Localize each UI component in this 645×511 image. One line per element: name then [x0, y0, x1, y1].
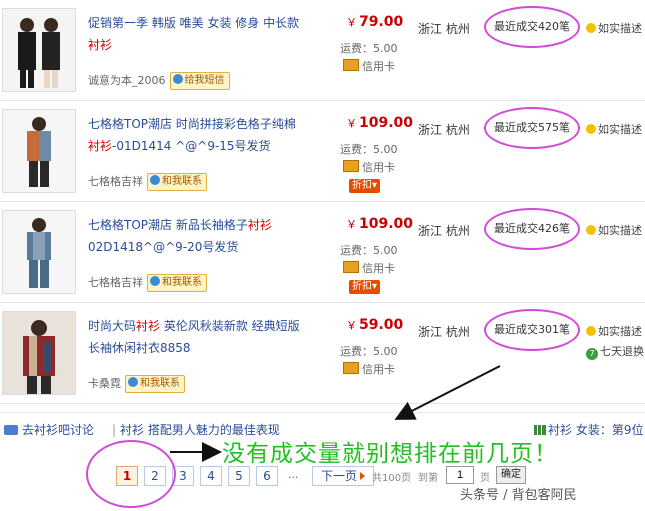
listing-row-4: 时尚大码衬衫 英伦风秋装新款 经典短版长袖休闲衬衣8858 卡桑霓 和我联系 ￥ 5…: [0, 303, 645, 404]
credit-card-icon: [343, 160, 359, 172]
product-thumbnail[interactable]: [2, 210, 76, 294]
next-page-button[interactable]: 下一页: [312, 466, 375, 486]
seven-day-icon: 7: [586, 348, 598, 360]
listing-row-2: 七格格TOP潮店 时尚拼接彩色格子纯棉衬衫-01D1414 ^@^9-15号发货…: [0, 101, 645, 202]
credit-card-icon: [343, 261, 359, 273]
bulb-icon: [586, 23, 596, 33]
product-photo: [3, 211, 75, 293]
seller-location: 浙江 杭州: [418, 123, 470, 137]
page-unit-label: 页: [480, 473, 490, 484]
discount-button[interactable]: 折扣▾: [349, 179, 381, 193]
seller-location: 浙江 杭州: [418, 224, 470, 238]
seller-name-link[interactable]: 诚意为本_2006 给我短信: [88, 72, 230, 90]
recent-sales-count: 最近成交426笔: [484, 208, 580, 250]
credit-card-badge: 信用卡: [343, 260, 395, 276]
product-title-link[interactable]: 时尚大码衬衫 英伦风秋装新款 经典短版长袖休闲衬衣8858: [88, 315, 306, 359]
credit-card-icon: [343, 59, 359, 71]
credit-card-badge: 信用卡: [343, 159, 395, 175]
product-price: ￥ 109.00: [346, 216, 414, 232]
product-price: ￥ 59.00: [346, 317, 404, 333]
product-photo: [3, 9, 75, 91]
product-thumbnail[interactable]: [2, 8, 76, 92]
product-photo: [3, 110, 75, 192]
goto-page-input[interactable]: [446, 466, 474, 484]
seller-name-link[interactable]: 七格格吉祥 和我联系: [88, 173, 207, 191]
goto-label: 到第: [418, 473, 438, 484]
as-described-badge: 如实描述: [586, 222, 642, 238]
shipping-fee: 运费：5.00: [340, 143, 398, 156]
seller-name-link[interactable]: 七格格吉祥 和我联系: [88, 274, 207, 292]
page-button[interactable]: 5: [228, 466, 250, 486]
shipping-fee: 运费：5.00: [340, 244, 398, 257]
chat-icon: [128, 377, 138, 387]
contact-seller-button[interactable]: 和我联系: [147, 173, 207, 191]
as-described-badge: 如实描述: [586, 323, 642, 339]
product-title-link[interactable]: 七格格TOP潮店 时尚拼接彩色格子纯棉衬衫-01D1414 ^@^9-15号发货: [88, 113, 306, 157]
listing-row-3: 七格格TOP潮店 新品长袖格子衬衫 02D1418^@^9-20号发货 七格格吉…: [0, 202, 645, 303]
recent-sales-count: 最近成交575笔: [484, 107, 580, 149]
watermark: 头条号 / 背包客阿民: [460, 488, 577, 503]
recent-sales-count: 最近成交301笔: [484, 309, 580, 351]
goto-confirm-button[interactable]: 确定: [496, 466, 526, 484]
credit-card-badge: 信用卡: [343, 361, 395, 377]
product-thumbnail[interactable]: [2, 311, 76, 395]
as-described-badge: 如实描述: [586, 121, 642, 137]
product-title-link[interactable]: 七格格TOP潮店 新品长袖格子衬衫 02D1418^@^9-20号发货: [88, 214, 306, 258]
page-button[interactable]: 4: [200, 466, 222, 486]
seller-location: 浙江 杭州: [418, 325, 470, 339]
shipping-fee: 运费：5.00: [340, 42, 398, 55]
message-icon: [172, 74, 183, 84]
chat-bubble-icon: [4, 425, 18, 435]
seller-location: 浙江 杭州: [418, 22, 470, 36]
contact-seller-button[interactable]: 和我联系: [147, 274, 207, 292]
annotation-caption: 没有成交量就别想排在前几页！: [222, 441, 558, 467]
seven-day-return-badge: 7 七天退换: [586, 343, 644, 360]
discount-button[interactable]: 折扣▾: [349, 280, 381, 294]
chat-icon: [150, 276, 160, 286]
total-pages: 共100页: [372, 473, 412, 484]
listing-row-1: 促销第一季 韩版 唯美 女装 修身 中长款衬衫 诚意为本_2006 给我短信 ￥ 7…: [0, 0, 645, 101]
credit-card-badge: 信用卡: [343, 58, 395, 74]
bulb-icon: [586, 124, 596, 134]
seller-name-link[interactable]: 卡桑霓 和我联系: [88, 375, 185, 393]
product-title-link[interactable]: 促销第一季 韩版 唯美 女装 修身 中长款衬衫: [88, 12, 306, 56]
page-button[interactable]: 6: [256, 466, 278, 486]
credit-card-icon: [343, 362, 359, 374]
product-photo: [3, 312, 75, 394]
page-ellipsis: ...: [288, 468, 299, 481]
product-price: ￥ 79.00: [346, 14, 404, 30]
forum-discussion-link[interactable]: 去衬衫吧讨论: [4, 421, 94, 438]
arrow-right-icon: [360, 472, 366, 480]
shipping-fee: 运费：5.00: [340, 345, 398, 358]
contact-seller-button[interactable]: 和我联系: [125, 375, 185, 393]
bulb-icon: [586, 225, 596, 235]
bulb-icon: [586, 326, 596, 336]
chat-icon: [150, 175, 160, 185]
current-page-highlight-circle: [86, 440, 176, 508]
recent-sales-count: 最近成交420笔: [484, 6, 580, 48]
product-thumbnail[interactable]: [2, 109, 76, 193]
contact-seller-button[interactable]: 给我短信: [169, 72, 230, 90]
product-price: ￥ 109.00: [346, 115, 414, 131]
as-described-badge: 如实描述: [586, 20, 642, 36]
